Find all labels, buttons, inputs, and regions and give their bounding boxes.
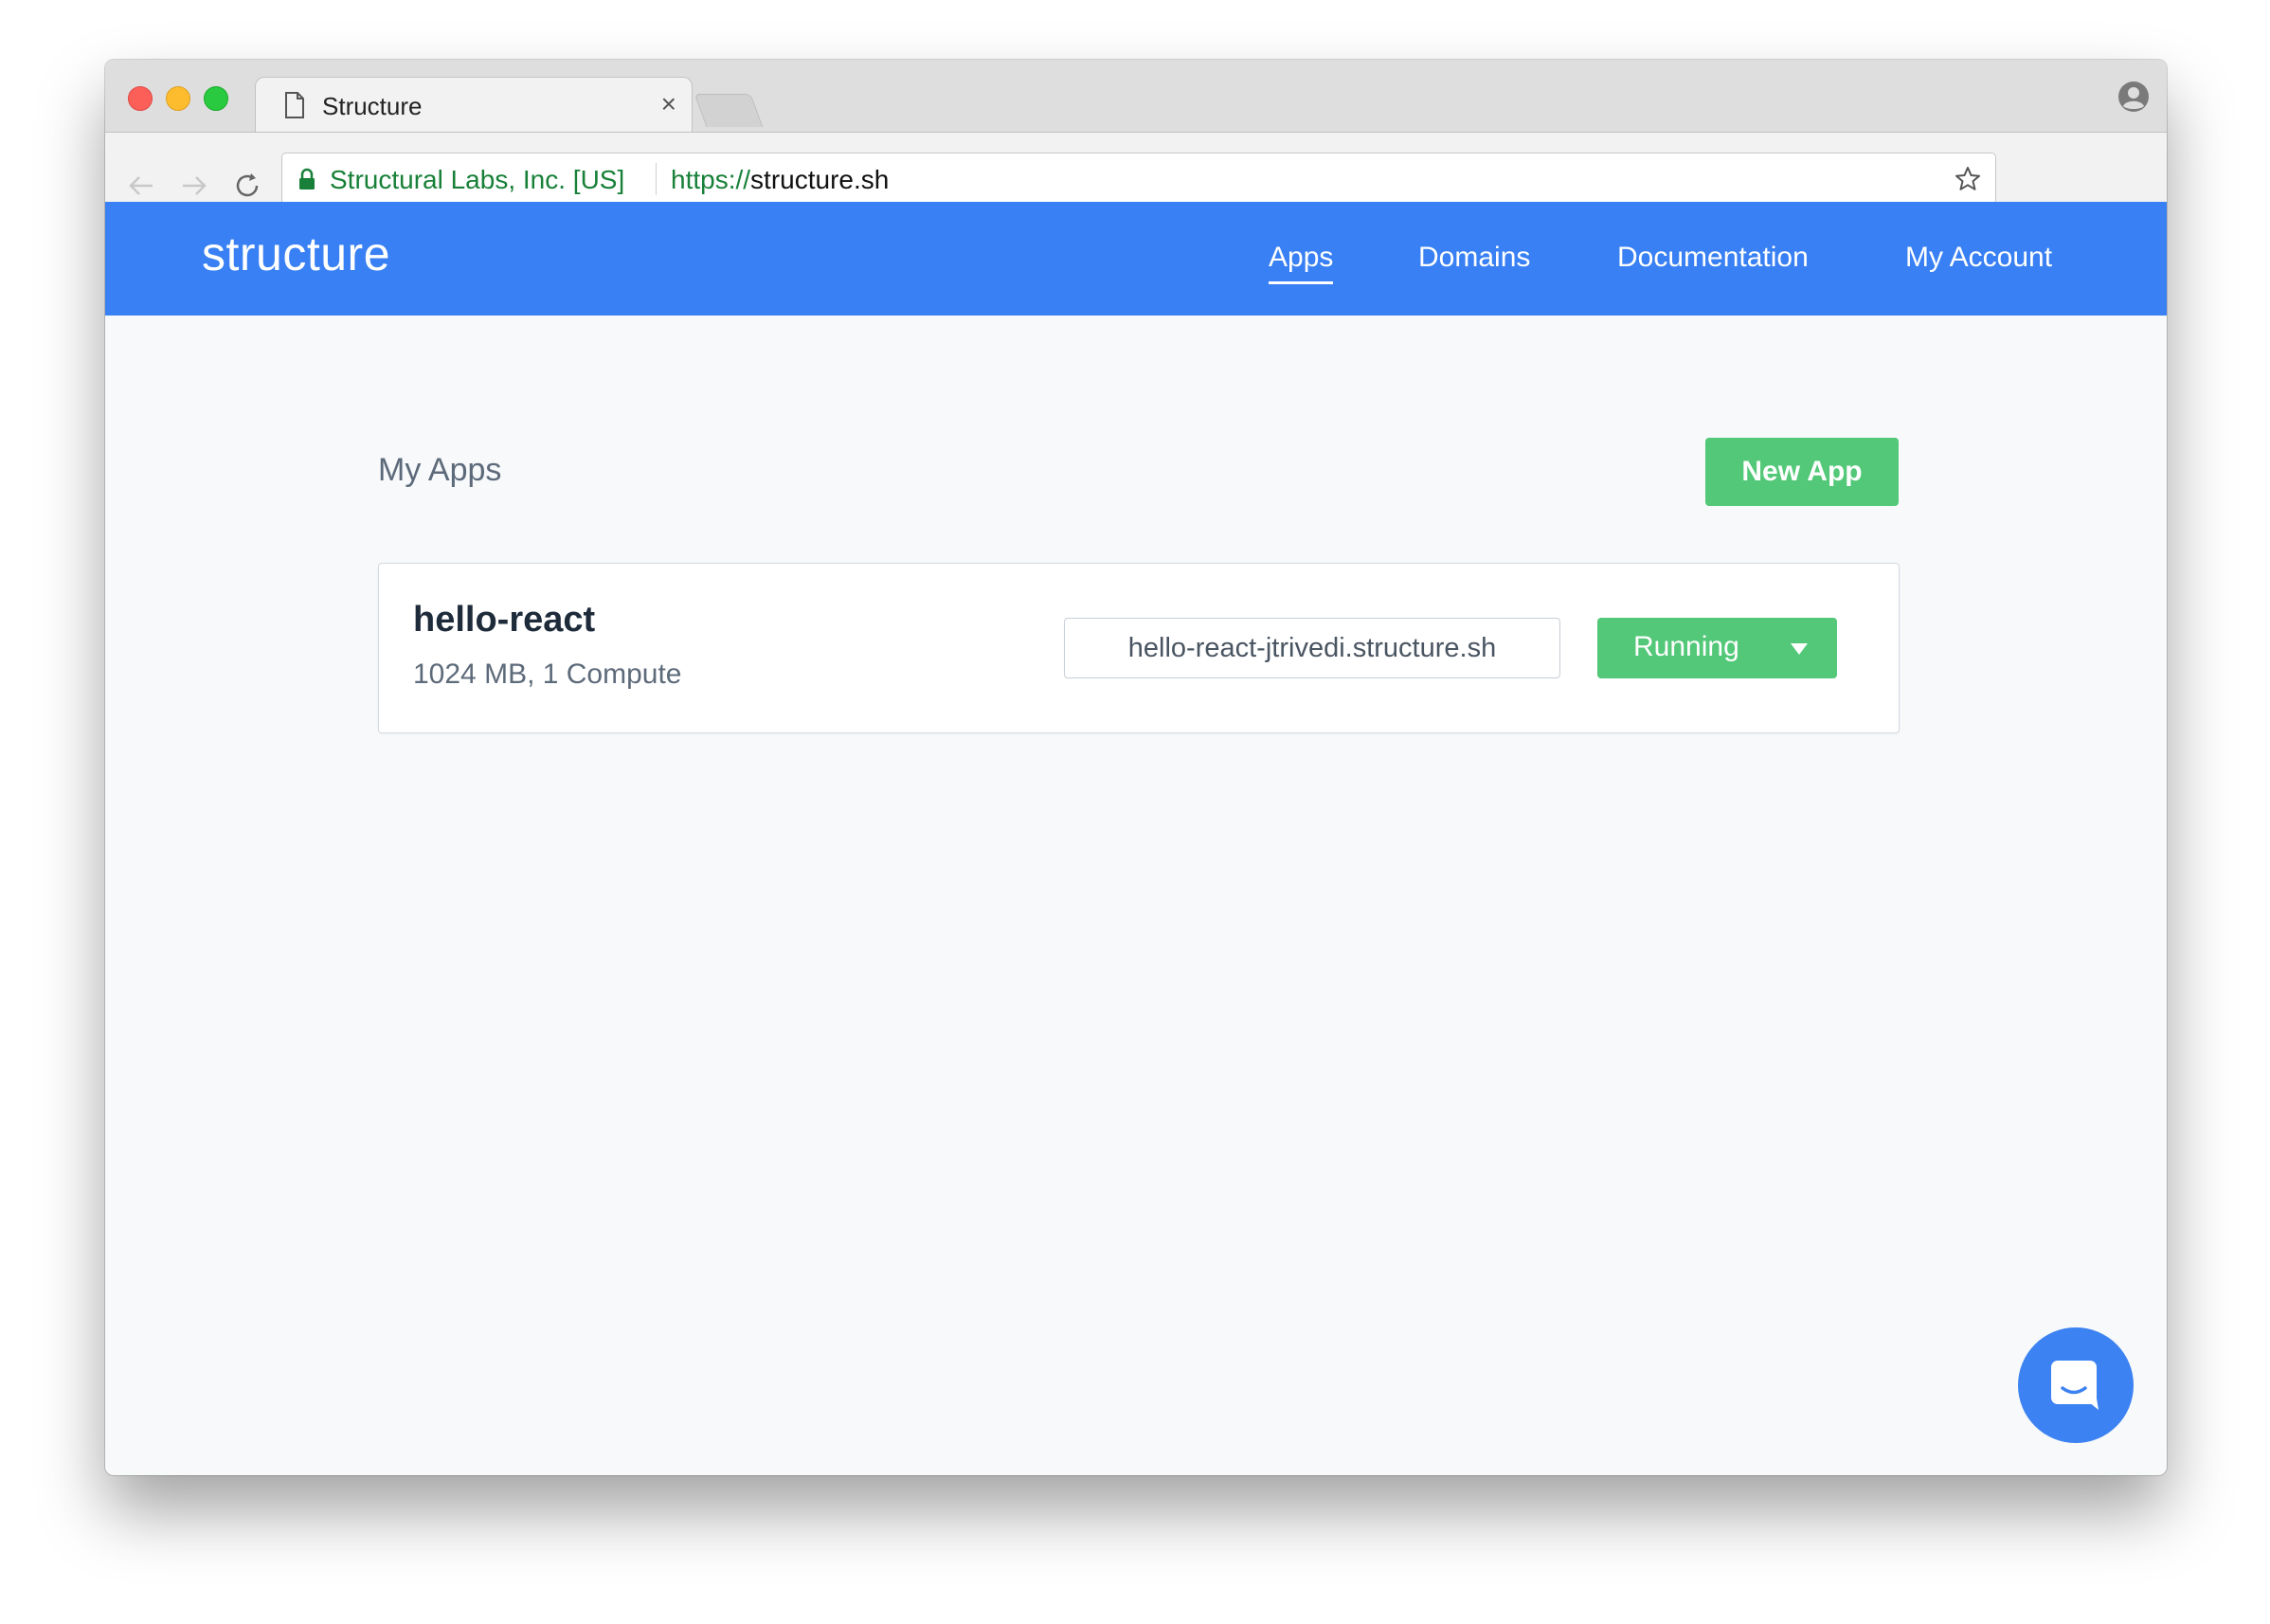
browser-tab[interactable]: Structure × (255, 77, 693, 133)
lock-icon (299, 168, 315, 189)
security-chip-label[interactable]: Structural Labs, Inc. [US] (330, 165, 624, 195)
nav-documentation[interactable]: Documentation (1617, 242, 1809, 274)
bookmark-star-icon[interactable] (1954, 165, 1982, 193)
app-name[interactable]: hello-react (413, 600, 595, 641)
app-url-field[interactable]: hello-react-jtrivedi.structure.sh (1064, 618, 1560, 678)
url-text[interactable]: https://structure.sh (671, 165, 889, 195)
profile-icon[interactable] (2117, 81, 2150, 113)
status-label: Running (1633, 631, 1739, 662)
app-card[interactable]: hello-react 1024 MB, 1 Compute hello-rea… (378, 563, 1900, 733)
chat-icon (2051, 1361, 2099, 1410)
address-separator (656, 163, 657, 195)
tab-title: Structure (322, 92, 423, 120)
forward-icon[interactable] (179, 171, 209, 201)
maximize-window-button[interactable] (204, 86, 228, 111)
app-resources: 1024 MB, 1 Compute (413, 659, 682, 690)
url-protocol: https:// (671, 165, 751, 194)
url-host: structure.sh (750, 165, 890, 194)
close-window-button[interactable] (128, 86, 153, 111)
back-icon[interactable] (126, 171, 156, 201)
nav-my-account[interactable]: My Account (1905, 242, 2052, 274)
reload-icon[interactable] (232, 171, 262, 201)
close-tab-icon[interactable]: × (661, 89, 676, 119)
new-app-button[interactable]: New App (1705, 438, 1899, 506)
new-tab-button[interactable] (694, 94, 764, 127)
page-title: My Apps (378, 452, 502, 488)
brand-logo[interactable]: structure (202, 226, 390, 281)
nav-apps[interactable]: Apps (1269, 242, 1334, 284)
status-dropdown-button[interactable]: Running (1597, 618, 1837, 678)
chat-launcher-button[interactable] (2018, 1327, 2134, 1443)
minimize-window-button[interactable] (166, 86, 190, 111)
tab-strip: Structure × (105, 60, 2167, 133)
document-icon (285, 92, 304, 118)
caret-down-icon (1791, 643, 1808, 655)
site-header: structure Apps Domains Documentation My … (105, 202, 2167, 316)
nav-domains[interactable]: Domains (1418, 242, 1530, 274)
browser-window: Structure × Structural Labs, Inc. [US] h… (105, 60, 2167, 1475)
address-bar[interactable]: Structural Labs, Inc. [US] https://struc… (281, 153, 1996, 206)
